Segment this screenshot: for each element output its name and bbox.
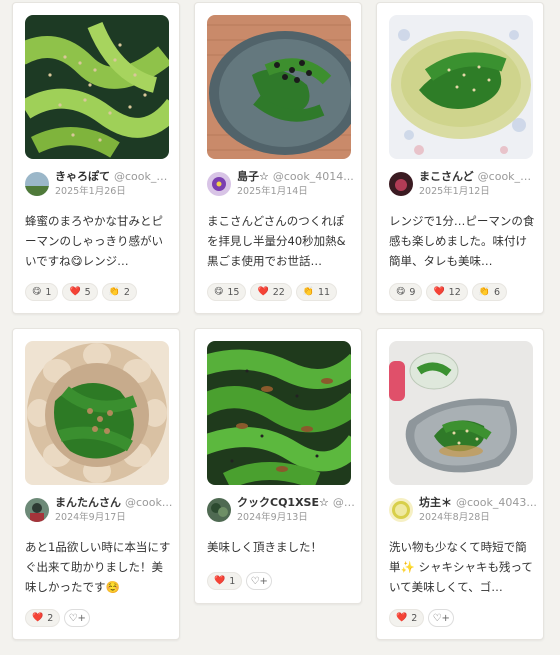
smile-icon: 😋	[214, 286, 224, 297]
post-date: 2024年8月28日	[419, 512, 490, 523]
report-card[interactable]: きゃろぽて @cook_4... 2025年1月26日 蜂蜜のまろやかな甘みとピ…	[12, 2, 180, 314]
author-link[interactable]: 坊主＊ @cook_4043... 2024年8月28日	[389, 496, 537, 523]
reaction-clap-button[interactable]: 👏 6	[471, 283, 508, 301]
heart-icon: ❤️	[214, 575, 226, 586]
post-date: 2025年1月14日	[237, 186, 308, 197]
author-name: きゃろぽて	[55, 170, 110, 183]
report-comment: 蜂蜜のまろやかな甘みとピーマンのしゃっきり感がいいですね😋レンジ…	[25, 214, 163, 268]
report-comment: 美味しく頂きました！	[207, 540, 322, 554]
report-comment: あと1品欲しい時に本当にすぐ出来て助かりました！美味しかったです☺️	[25, 540, 171, 594]
author-handle: @cook_4014...	[272, 170, 354, 183]
author-link[interactable]: まんたんさん @cook... 2024年9月17日	[25, 496, 173, 523]
avatar	[25, 172, 49, 196]
post-date: 2025年1月12日	[419, 186, 490, 197]
reaction-heart-button[interactable]: ❤️ 1	[207, 572, 243, 590]
heart-icon: ❤️	[32, 612, 44, 623]
reaction-smile-button[interactable]: 😋 9	[389, 283, 423, 301]
post-date: 2024年9月13日	[237, 512, 308, 523]
dish-photo[interactable]	[389, 341, 533, 485]
add-reaction-button[interactable]: ♡+	[64, 609, 91, 627]
dish-photo[interactable]	[25, 15, 169, 159]
heart-icon: ❤️	[396, 612, 408, 623]
author-link[interactable]: まこさんど @cook_4... 2025年1月12日	[389, 170, 537, 197]
dish-photo[interactable]	[389, 15, 533, 159]
add-reaction-button[interactable]: ♡+	[246, 572, 273, 590]
report-card[interactable]: 島子☆ @cook_4014... 2025年1月14日 まこさんどさんのつくれ…	[194, 2, 362, 314]
author-name: 島子☆	[237, 170, 269, 183]
clap-icon: 👏	[302, 286, 315, 297]
report-card[interactable]: 坊主＊ @cook_4043... 2024年8月28日 洗い物も少なくて時短で…	[376, 328, 544, 640]
reaction-heart-button[interactable]: ❤️ 2	[25, 609, 61, 627]
author-handle: @cook...	[125, 496, 173, 509]
reaction-heart-button[interactable]: ❤️ 22	[250, 283, 292, 301]
reaction-heart-button[interactable]: ❤️ 12	[426, 283, 468, 301]
reaction-smile-button[interactable]: 😋 15	[207, 283, 247, 301]
report-comment: 洗い物も少なくて時短で簡単✨ シャキシャキも残っていて美味しくて、ゴ…	[389, 540, 533, 594]
reaction-clap-button[interactable]: 👏 11	[295, 283, 338, 301]
avatar	[207, 172, 231, 196]
avatar	[389, 498, 413, 522]
author-link[interactable]: きゃろぽて @cook_4... 2025年1月26日	[25, 170, 173, 197]
report-card[interactable]: クックCQ1XSE☆ @c... 2024年9月13日 美味しく頂きました！ ❤…	[194, 328, 362, 604]
report-comment: レンジで1分…ピーマンの食感も楽しめました。味付け簡単、タレも美味…	[389, 214, 535, 268]
clap-icon: 👏	[108, 286, 120, 297]
report-card[interactable]: まこさんど @cook_4... 2025年1月12日 レンジで1分…ピーマンの…	[376, 2, 544, 314]
add-reaction-icon: ♡+	[432, 612, 450, 624]
clap-icon: 👏	[478, 286, 490, 297]
report-card[interactable]: まんたんさん @cook... 2024年9月17日 あと1品欲しい時に本当にす…	[12, 328, 180, 640]
add-reaction-icon: ♡+	[250, 575, 268, 587]
author-link[interactable]: 島子☆ @cook_4014... 2025年1月14日	[207, 170, 355, 197]
author-handle: @cook_4...	[114, 170, 173, 183]
author-name: まこさんど	[419, 170, 474, 183]
reaction-heart-button[interactable]: ❤️ 5	[62, 283, 98, 301]
smile-icon: 😋	[32, 286, 42, 297]
post-date: 2024年9月17日	[55, 512, 126, 523]
author-handle: @c...	[332, 496, 355, 509]
author-name: クックCQ1XSE☆	[237, 496, 329, 509]
reaction-clap-button[interactable]: 👏 2	[101, 283, 137, 301]
dish-photo[interactable]	[207, 15, 351, 159]
dish-photo[interactable]	[207, 341, 351, 485]
smile-icon: 😋	[396, 286, 406, 297]
add-reaction-button[interactable]: ♡+	[428, 609, 455, 627]
dish-photo[interactable]	[25, 341, 169, 485]
reaction-heart-button[interactable]: ❤️ 2	[389, 609, 425, 627]
avatar	[389, 172, 413, 196]
report-comment: まこさんどさんのつくれぽを拝見し半量分40秒加熱&黒ごま使用でお世話…	[207, 214, 346, 268]
add-reaction-icon: ♡+	[68, 612, 86, 624]
author-link[interactable]: クックCQ1XSE☆ @c... 2024年9月13日	[207, 496, 355, 523]
post-date: 2025年1月26日	[55, 186, 126, 197]
author-name: 坊主＊	[419, 496, 452, 509]
avatar	[207, 498, 231, 522]
author-name: まんたんさん	[55, 496, 121, 509]
heart-icon: ❤️	[69, 286, 81, 297]
author-handle: @cook_4043...	[456, 496, 537, 509]
heart-icon: ❤️	[433, 286, 445, 297]
reaction-smile-button[interactable]: 😋 1	[25, 283, 59, 301]
heart-icon: ❤️	[257, 286, 269, 297]
author-handle: @cook_4...	[477, 170, 537, 183]
avatar	[25, 498, 49, 522]
